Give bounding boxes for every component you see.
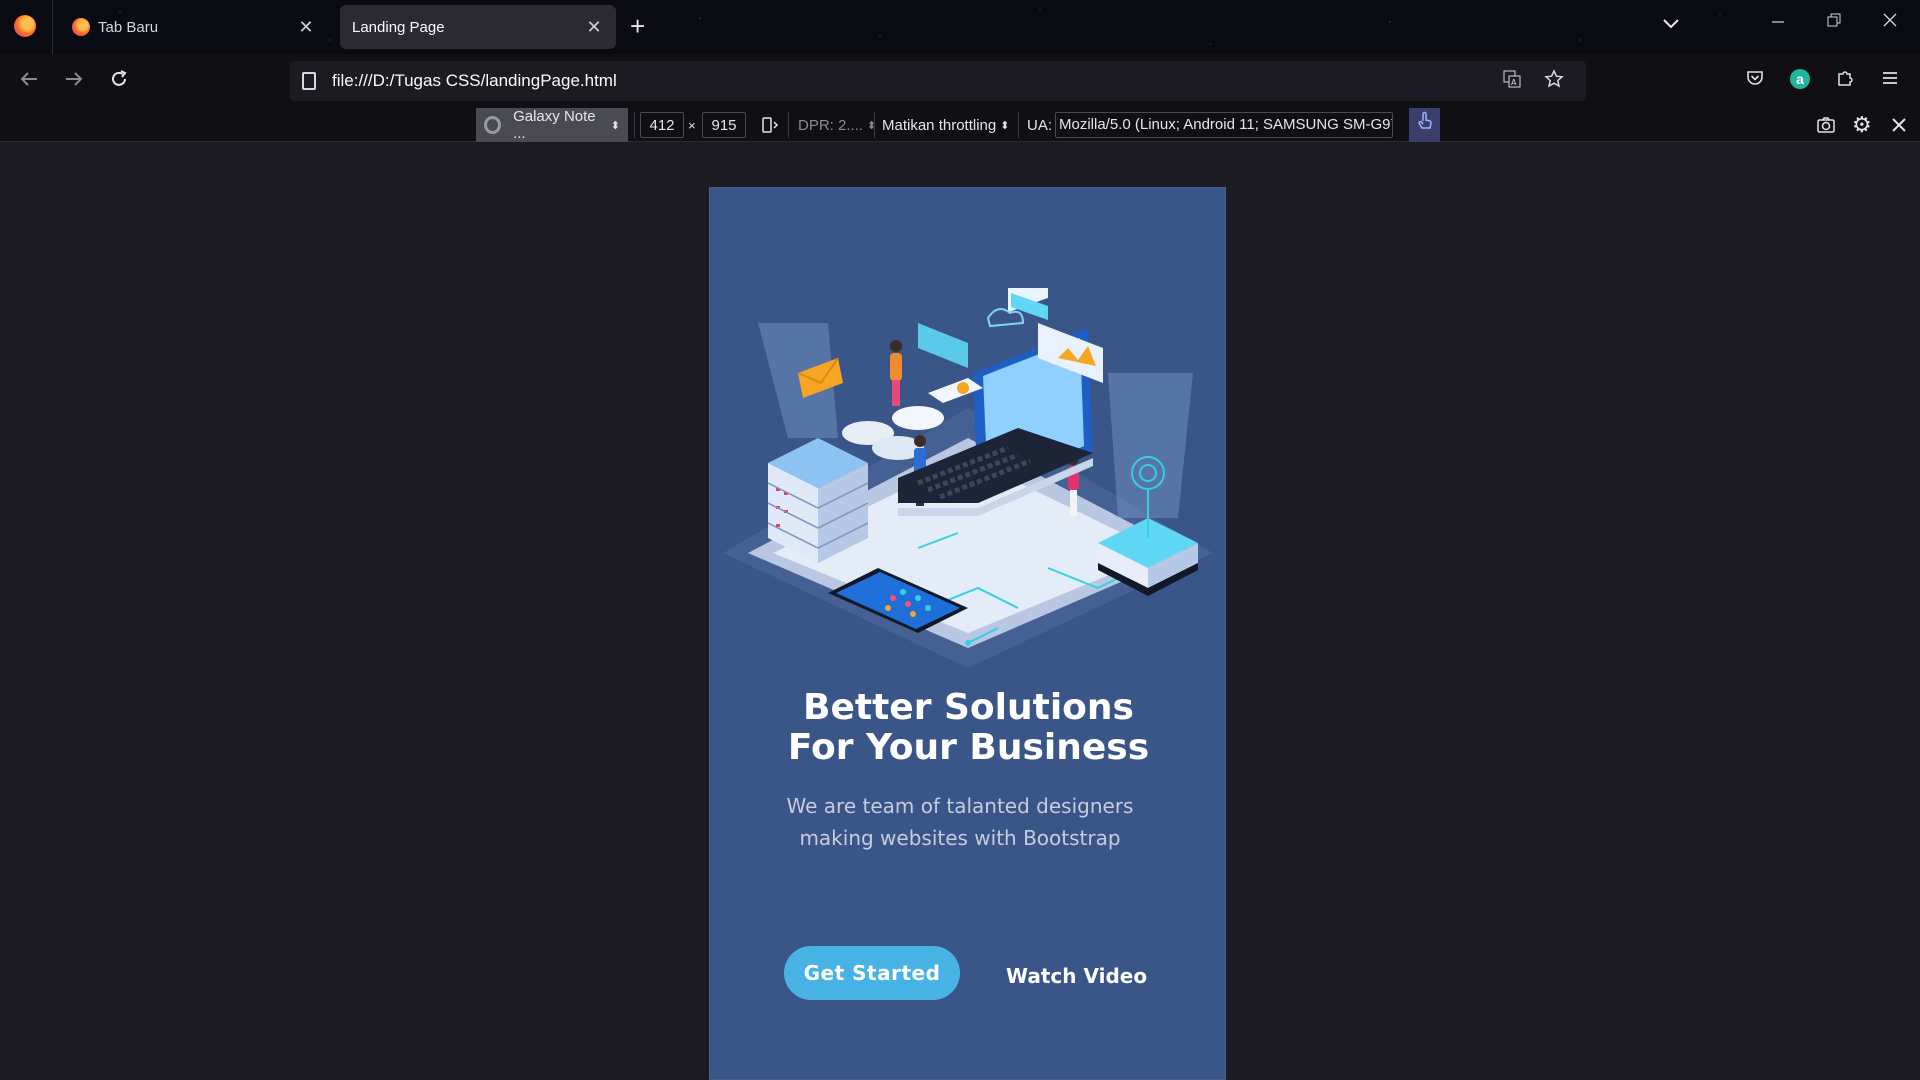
touch-simulation-icon[interactable] (1409, 108, 1440, 142)
throttling-selector[interactable]: Matikan throttling ⬍ (882, 108, 1009, 142)
chevron-updown-icon: ⬍ (1000, 119, 1010, 132)
translate-icon[interactable]: A (1502, 69, 1522, 94)
close-icon[interactable] (1891, 108, 1907, 142)
divider (52, 0, 53, 54)
dimension-times-label: × (688, 117, 696, 133)
close-window-icon[interactable] (1882, 12, 1898, 33)
account-icon[interactable]: a (1790, 69, 1810, 89)
camera-icon[interactable] (1816, 108, 1836, 142)
device-name: Galaxy Note ... (513, 108, 596, 142)
device-selector[interactable]: Galaxy Note ... ⬍ (476, 108, 628, 142)
dpr-selector[interactable]: DPR: 2.... ⬍ (798, 108, 876, 142)
tab-close-icon[interactable]: ✕ (296, 17, 316, 38)
rotate-viewport-icon[interactable] (760, 108, 780, 142)
tab-tab-baru[interactable]: Tab Baru ✕ (60, 5, 328, 49)
responsive-design-toolbar: Galaxy Note ... ⬍ 412 × 915 DPR: 2.... ⬍… (0, 108, 1920, 142)
minimize-window-icon[interactable] (1770, 12, 1786, 33)
get-started-button[interactable]: Get Started (784, 946, 960, 1000)
viewport-width-input[interactable]: 412 (640, 112, 684, 138)
user-agent-input[interactable]: Mozilla/5.0 (Linux; Android 11; SAMSUNG … (1055, 112, 1393, 138)
hamburger-menu-icon[interactable] (1880, 68, 1900, 94)
chevron-updown-icon: ⬍ (610, 119, 620, 132)
emulated-viewport: Better Solutions For Your Business We ar… (709, 187, 1226, 1080)
navigation-toolbar: file:///D:/Tugas CSS/landingPage.html A … (0, 54, 1920, 108)
arrow-right-icon[interactable] (63, 68, 85, 95)
list-all-tabs-chevron-icon[interactable] (1662, 14, 1680, 35)
gear-icon[interactable]: ⚙ (1852, 108, 1872, 142)
tab-strip: Tab Baru ✕ Landing Page ✕ + (0, 0, 1920, 54)
hero-title: Better Solutions For Your Business (787, 687, 1150, 768)
divider (634, 112, 635, 138)
url-text[interactable]: file:///D:/Tugas CSS/landingPage.html (332, 71, 1502, 91)
throttling-value: Matikan throttling (882, 116, 997, 134)
viewport-height-input[interactable]: 915 (702, 112, 746, 138)
url-bar[interactable]: file:///D:/Tugas CSS/landingPage.html A (290, 61, 1586, 101)
divider (874, 112, 875, 138)
chrome-browser-icon (484, 116, 502, 134)
watch-video-button[interactable]: Watch Video (1006, 958, 1147, 994)
firefox-favicon-icon (72, 18, 90, 36)
new-tab-button[interactable]: + (630, 12, 645, 40)
divider (1018, 112, 1019, 138)
tab-title: Landing Page (352, 18, 445, 36)
dpr-value: DPR: 2.... (798, 116, 864, 134)
puzzle-icon[interactable] (1835, 68, 1855, 94)
tab-landing-page[interactable]: Landing Page ✕ (340, 5, 616, 49)
restore-window-icon[interactable] (1826, 12, 1842, 33)
firefox-logo-icon[interactable] (14, 15, 36, 37)
tab-title: Tab Baru (98, 18, 159, 36)
tab-close-icon[interactable]: ✕ (584, 17, 604, 38)
divider (788, 112, 789, 138)
hero-subtitle: We are team of talanted designers making… (786, 794, 1134, 850)
svg-text:A: A (1511, 78, 1517, 87)
reload-icon[interactable] (108, 68, 130, 95)
hero-illustration (723, 288, 1213, 668)
page-icon (302, 72, 316, 90)
pocket-icon[interactable] (1745, 68, 1765, 94)
star-icon[interactable] (1544, 68, 1564, 94)
arrow-left-icon[interactable] (18, 68, 40, 95)
ua-label: UA: (1027, 116, 1053, 134)
